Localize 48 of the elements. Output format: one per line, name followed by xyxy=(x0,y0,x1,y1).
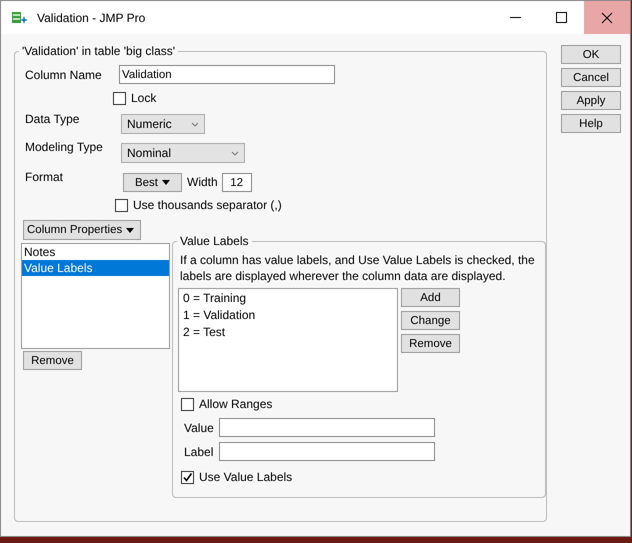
app-icon xyxy=(11,10,29,26)
column-name-field[interactable]: Validation xyxy=(119,65,335,84)
value-label-action-button[interactable]: Remove xyxy=(401,334,460,353)
value-label: Value xyxy=(184,420,215,434)
value-labels-description: If a column has value labels, and Use Value Labels is checked, the labels are displayed wherever the column data are displayed. xyxy=(179,252,536,284)
remove-property-button[interactable]: Remove xyxy=(23,351,82,370)
use-value-labels-label: Use Value Labels xyxy=(199,470,292,484)
value-field[interactable] xyxy=(219,418,435,437)
column-properties-button[interactable]: Column Properties xyxy=(23,220,141,240)
dropdown-arrow-icon xyxy=(126,228,134,232)
column-name-label: Column Name xyxy=(24,68,103,82)
lock-label: Lock xyxy=(131,91,156,105)
maximize-icon xyxy=(556,12,566,23)
value-label-item[interactable]: 1 = Validation xyxy=(181,307,395,324)
data-type-dropdown[interactable]: Numeric xyxy=(121,114,205,134)
dialog-button[interactable]: Help xyxy=(561,114,621,133)
minimize-icon xyxy=(510,17,520,18)
properties-list-item[interactable]: Notes xyxy=(22,244,169,260)
properties-list-item[interactable]: Value Labels xyxy=(22,260,169,276)
format-dropdown-button[interactable]: Best xyxy=(123,173,182,192)
lock-checkbox[interactable] xyxy=(113,92,126,104)
chevron-icon xyxy=(231,150,239,156)
modeling-type-dropdown[interactable]: Nominal xyxy=(121,143,245,163)
dropdown-arrow-icon xyxy=(162,180,170,185)
label-label: Label xyxy=(184,444,214,458)
allow-ranges-label: Allow Ranges xyxy=(199,397,272,411)
panel-title: 'Validation' in table 'big class' xyxy=(21,44,176,58)
modeling-type-label: Modeling Type xyxy=(24,140,104,154)
label-field[interactable] xyxy=(219,442,435,461)
width-label: Width xyxy=(187,175,218,189)
thousands-separator-checkbox[interactable] xyxy=(115,198,128,212)
dialog-button[interactable]: Apply xyxy=(561,91,621,110)
window-title: Validation - JMP Pro xyxy=(37,10,146,24)
data-type-label: Data Type xyxy=(24,112,80,126)
width-field[interactable]: 12 xyxy=(222,173,252,192)
allow-ranges-checkbox[interactable] xyxy=(181,398,194,410)
use-value-labels-checkbox[interactable] xyxy=(181,470,194,484)
value-labels-title: Value Labels xyxy=(179,234,250,248)
dialog-button[interactable]: OK xyxy=(561,45,621,64)
chevron-icon xyxy=(191,122,199,126)
close-icon xyxy=(601,12,613,24)
format-label: Format xyxy=(24,170,64,184)
thousands-separator-label: Use thousands separator (,) xyxy=(133,198,282,212)
dialog-button[interactable]: Cancel xyxy=(561,68,621,87)
value-label-item[interactable]: 0 = Training xyxy=(181,290,395,307)
value-label-action-button[interactable]: Change xyxy=(401,311,460,330)
value-label-action-button[interactable]: Add xyxy=(401,288,460,307)
value-label-item[interactable]: 2 = Test xyxy=(181,324,395,341)
